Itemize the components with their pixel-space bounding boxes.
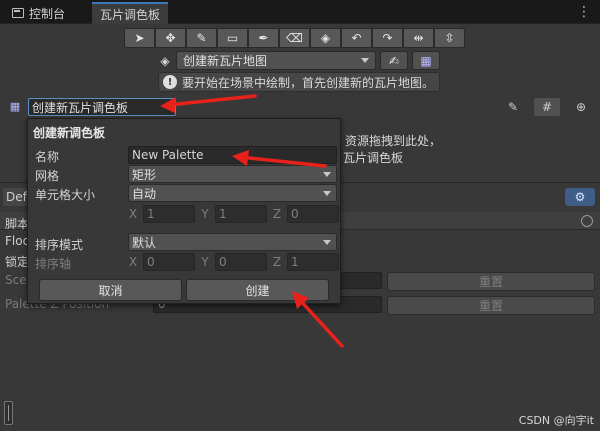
info-icon: ! — [163, 75, 177, 89]
annotation-arrow-palette-dropdown — [166, 94, 257, 107]
grid-dropdown-value: 矩形 — [132, 167, 157, 182]
box-fill-tool-icon: ▭ — [226, 31, 239, 45]
y-axis-label: Y — [201, 255, 209, 269]
grid-label: 网格 — [35, 169, 60, 183]
y-axis-label: Y — [201, 207, 209, 221]
sort-axis-x-field[interactable]: 0 — [143, 253, 195, 271]
tab-console[interactable]: 控制台 — [4, 2, 73, 24]
sort-mode-label: 排序模式 — [35, 238, 84, 252]
paint-brush-tool-button[interactable]: ✎ — [186, 28, 217, 48]
palette-grid-icon: ▦ — [420, 53, 432, 68]
active-tilemap-value: 创建新瓦片地图 — [183, 54, 268, 68]
move-tool-icon: ✥ — [165, 31, 176, 45]
select-tool-icon: ➤ — [134, 31, 145, 45]
chevron-down-icon — [323, 239, 331, 245]
chevron-down-icon — [323, 190, 331, 196]
drop-hint-palette-text: 瓦片调色板 — [343, 151, 404, 165]
gizmos-toggle-button[interactable]: ⊕ — [568, 98, 594, 116]
focus-tilemap-button[interactable]: ✍ — [380, 51, 408, 70]
script-label: 脚本 — [5, 217, 30, 231]
z-axis-label: Z — [272, 207, 282, 221]
cell-size-xyz: X 1 Y 1 Z 0 — [128, 205, 339, 223]
flip-x-tool-icon: ⇹ — [413, 31, 424, 45]
eraser-tool-icon: ⌫ — [286, 31, 303, 45]
active-tilemap-dropdown[interactable]: 创建新瓦片地图 — [176, 51, 376, 70]
more-options-icon[interactable]: ⋮ — [577, 4, 591, 20]
tilemap-tool-strip: ➤ ✥ ✎ ▭ ✒ ⌫ ◈ ↶ ↷ ⇹ ⇳ — [124, 28, 465, 48]
fill-tool-button[interactable]: ◈ — [310, 28, 341, 48]
select-tool-button[interactable]: ➤ — [124, 28, 155, 48]
create-palette-popup: 创建新调色板 名称 New Palette 网格 矩形 单元格大小 自动 X 1… — [27, 118, 341, 304]
create-button[interactable]: 创建 — [186, 279, 329, 301]
cell-size-x-field[interactable]: 1 — [143, 205, 195, 223]
watermark-text: CSDN @向宇it — [518, 414, 594, 427]
cell-size-dropdown-value: 自动 — [132, 186, 157, 201]
palette-dropdown[interactable]: 创建新瓦片调色板 — [28, 98, 176, 116]
box-fill-tool-button[interactable]: ▭ — [217, 28, 248, 48]
cell-size-z-field[interactable]: 0 — [287, 205, 339, 223]
gear-icon: ⚙ — [574, 190, 586, 204]
grid-toggle-button[interactable]: # — [534, 98, 560, 116]
palette-dropdown-value: 创建新瓦片调色板 — [32, 100, 129, 115]
help-message-box: ! 要开始在场景中绘制，首先创建新的瓦片地图。 — [158, 72, 440, 92]
grid-icon: # — [541, 100, 553, 114]
resize-handle[interactable] — [4, 401, 13, 425]
grid-dropdown[interactable]: 矩形 — [128, 165, 337, 183]
active-tilemap-row: ◈ 创建新瓦片地图 ✍ ▦ — [158, 51, 440, 70]
sort-mode-dropdown[interactable]: 默认 — [128, 233, 337, 251]
palette-row: ▦ 创建新瓦片调色板 — [8, 98, 176, 116]
edit-palette-button[interactable]: ✎ — [500, 98, 526, 116]
fill-tool-icon: ◈ — [320, 31, 331, 45]
reset-scene-button[interactable]: 重置 — [387, 272, 595, 291]
cell-size-label: 单元格大小 — [35, 188, 96, 202]
sort-axis-label: 排序轴 — [35, 257, 72, 271]
sort-axis-z-field[interactable]: 1 — [287, 253, 339, 271]
eraser-tool-button[interactable]: ⌫ — [279, 28, 310, 48]
palette-options-button[interactable]: ▦ — [412, 51, 440, 70]
cell-size-y-field[interactable]: 1 — [215, 205, 267, 223]
sort-axis-y-field[interactable]: 0 — [215, 253, 267, 271]
z-axis-label: Z — [272, 255, 282, 269]
layers-icon: ◈ — [160, 53, 170, 68]
x-axis-label: X — [128, 255, 138, 269]
paint-brush-tool-icon: ✎ — [196, 31, 207, 45]
cancel-button[interactable]: 取消 — [39, 279, 182, 301]
sort-axis-xyz: X 0 Y 0 Z 1 — [128, 253, 339, 271]
rotate-cw-tool-icon: ↷ — [382, 31, 393, 45]
palette-edit-tools: ✎ # ⊕ — [500, 98, 594, 116]
name-label: 名称 — [35, 150, 60, 164]
help-message-text: 要开始在场景中绘制，首先创建新的瓦片地图。 — [182, 75, 435, 90]
rotate-ccw-tool-button[interactable]: ↶ — [341, 28, 372, 48]
crosshair-icon: ⊕ — [575, 100, 587, 114]
rotate-cw-tool-button[interactable]: ↷ — [372, 28, 403, 48]
flip-y-tool-button[interactable]: ⇳ — [434, 28, 465, 48]
move-tool-button[interactable]: ✥ — [155, 28, 186, 48]
console-icon — [12, 8, 24, 18]
brush-settings-button[interactable]: ⚙ — [565, 188, 595, 206]
picker-tool-icon: ✒ — [258, 31, 269, 45]
palette-name-input[interactable]: New Palette — [128, 146, 337, 164]
chevron-down-icon — [361, 58, 369, 63]
tab-console-label: 控制台 — [29, 6, 66, 21]
chevron-down-icon — [323, 171, 331, 177]
tab-tile-palette-label: 瓦片调色板 — [100, 7, 161, 22]
lock-label: 锁定 — [5, 255, 30, 269]
pencil-icon: ✎ — [507, 100, 519, 114]
drop-hint-text: ）资源拖拽到此处， — [333, 134, 442, 148]
palette-icon: ▦ — [9, 100, 21, 113]
flip-x-tool-button[interactable]: ⇹ — [403, 28, 434, 48]
reset-palette-z-button[interactable]: 重置 — [387, 296, 595, 315]
cell-size-dropdown[interactable]: 自动 — [128, 184, 337, 202]
wand-icon: ✍ — [388, 53, 400, 68]
window-tab-bar: 控制台 瓦片调色板 ⋮ — [0, 0, 600, 24]
popup-title: 创建新调色板 — [33, 126, 106, 140]
picker-tool-button[interactable]: ✒ — [248, 28, 279, 48]
tab-tile-palette[interactable]: 瓦片调色板 — [92, 2, 169, 24]
x-axis-label: X — [128, 207, 138, 221]
rotate-ccw-tool-icon: ↶ — [351, 31, 362, 45]
object-picker-icon[interactable] — [581, 215, 593, 227]
flip-y-tool-icon: ⇳ — [444, 31, 455, 45]
sort-mode-dropdown-value: 默认 — [132, 235, 157, 250]
